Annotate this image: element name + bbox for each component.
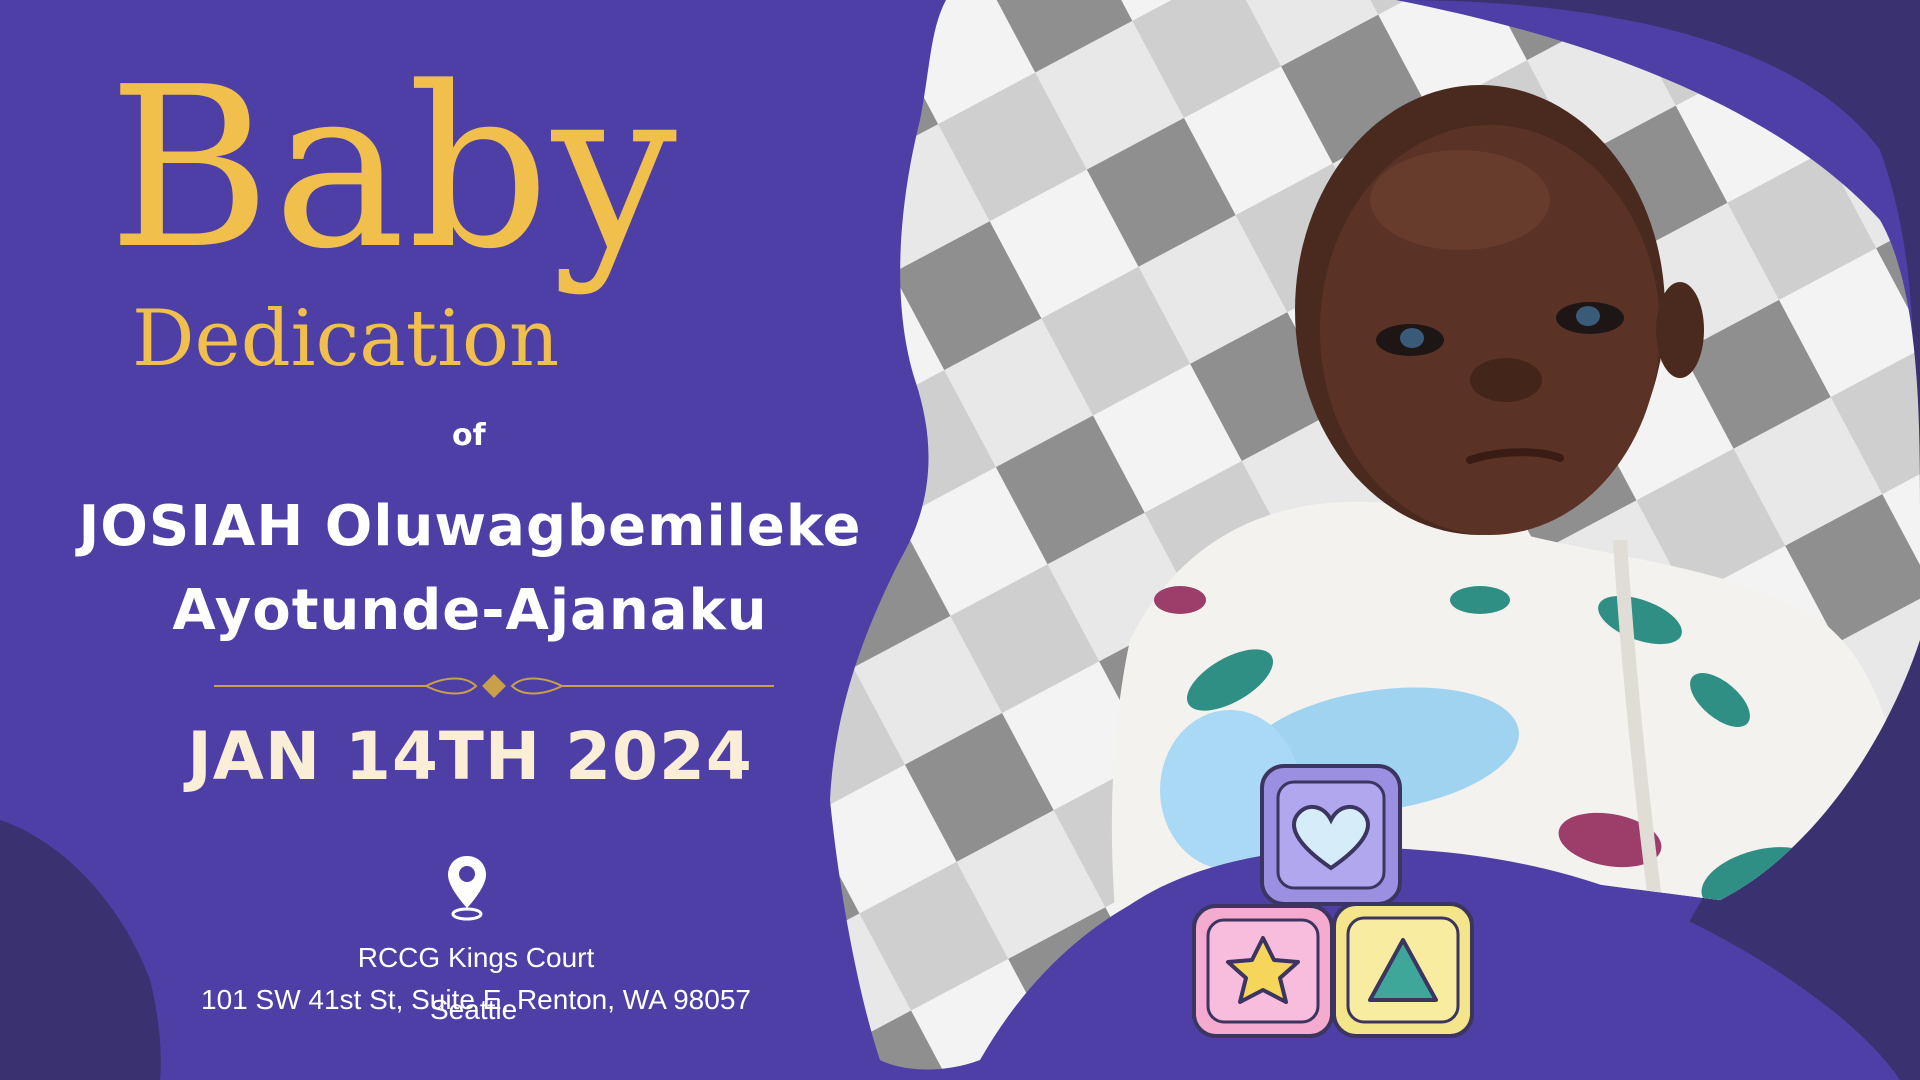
map-pin-icon [448,856,486,921]
ornamental-divider [214,674,774,698]
child-name-line-1: JOSIAH Oluwagbemileke [78,494,862,559]
title-dedication: Dedication [132,294,560,384]
venue-name: RCCG Kings Court [357,942,595,973]
connector-of: of [452,418,486,453]
title-baby: Baby [108,40,680,298]
child-name-line-2: Ayotunde-Ajanaku [172,578,768,643]
event-date: JAN 14TH 2024 [187,718,753,795]
toy-blocks-icon [1192,764,1474,1038]
venue-city: Seattle [430,994,518,1025]
